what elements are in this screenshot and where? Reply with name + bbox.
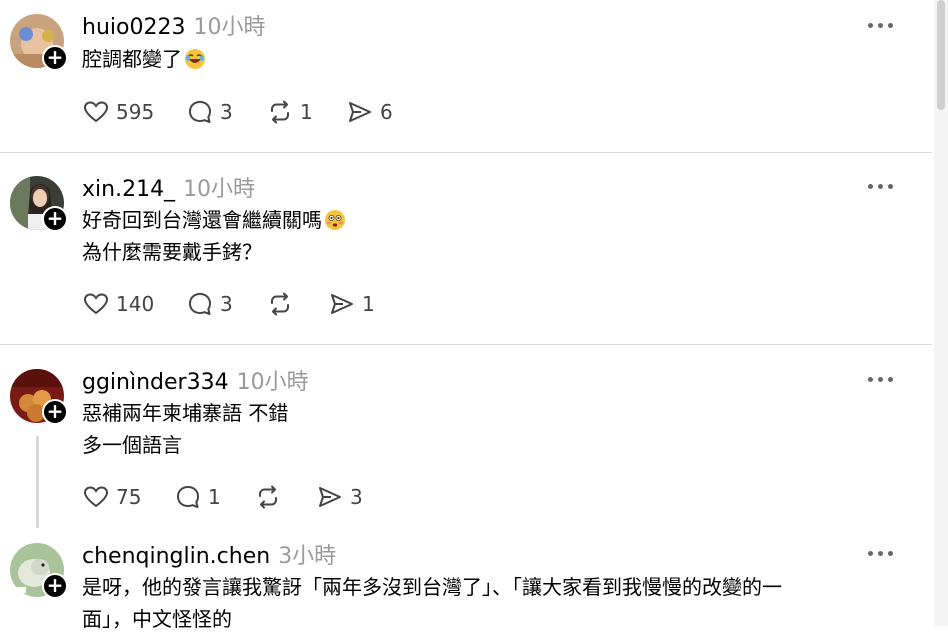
repost-icon (271, 292, 289, 316)
like-count: 75 (116, 485, 142, 509)
heart-icon (83, 486, 109, 508)
share-button[interactable]: 1 (328, 289, 375, 319)
post-text: 惡補兩年柬埔寨語 不錯 多一個語言 (82, 397, 288, 461)
reply-button[interactable]: 3 (186, 97, 233, 127)
heart-icon (83, 293, 109, 315)
thread-line (36, 436, 39, 528)
username[interactable]: huio0223 10小時 (82, 9, 265, 41)
follow-button[interactable]: + (42, 399, 68, 425)
like-button[interactable]: 595 (82, 97, 154, 127)
reply-button[interactable]: 3 (186, 289, 233, 319)
follow-button[interactable]: + (42, 573, 68, 599)
timestamp: 10小時 (183, 177, 256, 202)
post-text-line: 多一個語言 (82, 433, 182, 457)
more-options-icon[interactable] (866, 179, 896, 193)
more-options-icon[interactable] (866, 372, 896, 386)
repost-count: 1 (300, 100, 313, 124)
like-count: 595 (116, 100, 155, 124)
share-button[interactable]: 3 (316, 482, 363, 512)
follow-button[interactable]: + (42, 45, 68, 71)
share-count: 6 (380, 100, 393, 124)
more-options-icon[interactable] (866, 18, 896, 32)
comment-icon (189, 101, 211, 123)
send-icon (349, 102, 371, 122)
post-text-line: 腔調都變了 (82, 47, 182, 71)
comment-icon (189, 293, 211, 315)
timestamp: 10小時 (236, 370, 309, 395)
like-button[interactable]: 140 (82, 289, 154, 319)
comment-icon (177, 486, 199, 508)
timestamp: 10小時 (193, 15, 266, 40)
post-text: 腔調都變了 (82, 43, 206, 75)
repost-button[interactable]: 1 (266, 97, 313, 127)
like-count: 140 (116, 292, 155, 316)
share-count: 1 (362, 292, 375, 316)
share-button[interactable]: 6 (346, 97, 393, 127)
reply-button[interactable]: 1 (174, 482, 221, 512)
heart-icon (83, 101, 109, 123)
follow-button[interactable]: + (42, 206, 68, 232)
repost-button[interactable] (266, 289, 300, 319)
reply-count: 3 (220, 292, 233, 316)
divider (0, 344, 932, 345)
post-text-line: 惡補兩年柬埔寨語 不錯 (82, 401, 289, 425)
post-text-line: 好奇回到台灣還會繼續關嗎 (82, 208, 322, 232)
username[interactable]: gginìnder334 10小時 (82, 364, 309, 396)
reply-count: 1 (208, 485, 221, 509)
flushed-face-icon (325, 210, 345, 230)
scrollbar-thumb[interactable] (937, 0, 945, 110)
username[interactable]: chenqinglin.chen 3小時 (82, 538, 336, 570)
send-icon (331, 294, 353, 314)
divider (0, 152, 932, 153)
post-text-line: 面」，中文怪怪的 (82, 607, 232, 631)
scrollbar-track[interactable] (934, 0, 948, 626)
post-text: 是呀，他的發言讓我驚訝「兩年多沒到台灣了」、「讓大家看到我慢慢的改變的一 面」，… (82, 571, 782, 635)
username[interactable]: xin.214_ 10小時 (82, 171, 255, 203)
more-options-icon[interactable] (866, 546, 896, 560)
repost-icon (271, 100, 289, 124)
laughing-face-icon (185, 49, 205, 69)
reply-count: 3 (220, 100, 233, 124)
share-count: 3 (350, 485, 363, 509)
timestamp: 3小時 (278, 544, 337, 569)
repost-icon (259, 485, 277, 509)
repost-button[interactable] (254, 482, 288, 512)
send-icon (319, 487, 341, 507)
post-text-line: 為什麼需要戴手銬？ (82, 240, 262, 264)
post-text: 好奇回到台灣還會繼續關嗎 為什麼需要戴手銬？ (82, 204, 346, 268)
post-text-line: 是呀，他的發言讓我驚訝「兩年多沒到台灣了」、「讓大家看到我慢慢的改變的一 (82, 575, 782, 599)
like-button[interactable]: 75 (82, 482, 141, 512)
